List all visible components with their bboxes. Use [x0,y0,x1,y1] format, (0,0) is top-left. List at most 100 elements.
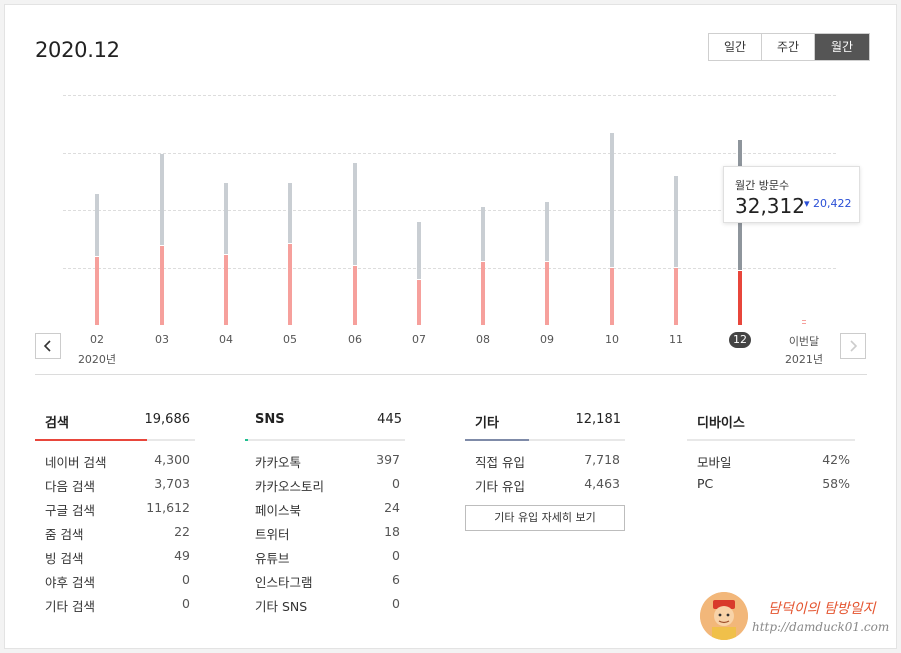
watermark-title: 담덕이의 탐방일지 [768,601,876,617]
stat-label: SNS [255,412,285,427]
stat-total: 19,686 [144,412,191,427]
bar-part-segment [545,262,549,325]
stat-bar [245,439,405,441]
stat-bar-fill [35,439,147,441]
x-tick-label[interactable]: 02 [77,333,117,346]
stat-bar [687,439,855,441]
row-value: 0 [182,596,190,611]
tab-daily[interactable]: 일간 [709,34,762,60]
x-tick-label[interactable]: 07 [399,333,439,346]
stat-search: 검색 19,686 네이버 검색 4,300 다음 검색 3,703 구글 검색 11… [35,412,195,614]
bar-total-segment [353,162,357,265]
x-tick-label[interactable]: 05 [270,333,310,346]
stat-bar-fill [465,439,529,441]
gridline [63,153,836,154]
stat-header: SNS 445 [245,412,405,438]
x-tick-label[interactable]: 12 [729,332,751,348]
row-value: 0 [392,548,400,563]
bar-total-segment [674,175,678,268]
bar-part-segment [353,266,357,325]
bar-part-segment [738,271,742,325]
row-label: 페이스북 [255,503,302,518]
stat-header: 검색 19,686 [35,412,195,438]
tooltip-delta: ▾ 20,422 [804,197,852,210]
bar-total-segment [481,206,485,261]
row-value: 4,463 [584,476,620,491]
bar-part-segment [481,262,485,325]
stat-rows: 네이버 검색 4,300 다음 검색 3,703 구글 검색 11,612 줌 검색 2… [35,452,195,620]
x-tick-label[interactable]: 이번달 [784,333,824,349]
stat-row: 트위터 18 [245,524,405,548]
x-tick-label[interactable]: 04 [206,333,246,346]
stat-row: 카카오스토리 0 [245,476,405,500]
row-value: 18 [384,524,400,539]
row-label: 기타 유입 [475,479,525,494]
year-start-label: 2020년 [77,353,117,366]
visits-tooltip: 월간 방문수 32,312 ▾ 20,422 [723,166,860,223]
x-tick-label[interactable]: 03 [142,333,182,346]
bar-total-segment [95,194,99,257]
row-label: 인스타그램 [255,575,313,590]
bar-total-segment [224,182,228,255]
row-value: 42% [822,452,850,467]
row-value: 397 [376,452,400,467]
stat-row: 빙 검색 49 [35,548,195,572]
stat-row: 줌 검색 22 [35,524,195,548]
stat-sns: SNS 445 카카오톡 397 카카오스토리 0 페이스북 24 트위터 18 유튜브… [245,412,405,614]
row-value: 3,703 [154,476,190,491]
x-tick-label[interactable]: 10 [592,333,632,346]
row-label: 줌 검색 [45,527,84,542]
row-label: 유튜브 [255,551,290,566]
tab-weekly[interactable]: 주간 [762,34,815,60]
row-label: 모바일 [697,455,732,470]
stat-header: 기타 12,181 [465,412,625,438]
stat-rows: 모바일 42% PC 58% [687,452,855,500]
tab-monthly[interactable]: 월간 [815,34,869,60]
row-value: 0 [182,572,190,587]
stat-row: 다음 검색 3,703 [35,476,195,500]
chevron-right-icon [850,340,858,352]
x-tick-label[interactable]: 08 [463,333,503,346]
stat-rows: 카카오톡 397 카카오스토리 0 페이스북 24 트위터 18 유튜브 0 인스타그램 6… [245,452,405,620]
stat-rows: 직접 유입 7,718 기타 유입 4,463 [465,452,625,500]
row-label: 다음 검색 [45,479,95,494]
row-value: 22 [174,524,190,539]
row-value: 49 [174,548,190,563]
stat-bar-fill [245,439,249,441]
prev-button[interactable] [35,333,61,359]
row-value: 58% [822,476,850,491]
bar-part-segment [224,255,228,325]
x-tick-label[interactable]: 09 [527,333,567,346]
stat-row: 기타 유입 4,463 [465,476,625,500]
stat-row: 유튜브 0 [245,548,405,572]
bar-total-segment [545,202,549,261]
tooltip-delta-value: 20,422 [813,197,852,210]
x-tick-label[interactable]: 11 [656,333,696,346]
x-tick-label[interactable]: 06 [335,333,375,346]
stat-header: 디바이스 [687,412,847,438]
bar-part-segment [95,257,99,325]
stat-row: 페이스북 24 [245,500,405,524]
next-button[interactable] [840,333,866,359]
stat-row: 기타 검색 0 [35,596,195,620]
stat-row: PC 58% [687,476,855,500]
bar-part-segment [610,267,614,325]
row-label: 구글 검색 [45,503,95,518]
tooltip-value: 32,312 [735,194,805,218]
row-value: 6 [392,572,400,587]
stat-row: 인스타그램 6 [245,572,405,596]
stat-total: 12,181 [575,412,622,427]
stat-device: 디바이스 모바일 42% PC 58% [687,412,855,491]
watermark-url: http://damduck01.com [752,620,890,634]
stat-label: 기타 [475,416,499,431]
other-inflow-detail-button[interactable]: 기타 유입 자세히 보기 [465,505,625,531]
row-label: 카카오톡 [255,455,302,470]
stat-other: 기타 12,181 직접 유입 7,718 기타 유입 4,463 [465,412,625,494]
stat-label: 검색 [45,416,69,431]
bar-total-segment [288,182,292,244]
row-label: 빙 검색 [45,551,84,566]
chevron-left-icon [43,340,51,352]
stat-bar [465,439,625,441]
stat-total: 445 [377,412,402,427]
period-tabs: 일간 주간 월간 [708,33,870,61]
